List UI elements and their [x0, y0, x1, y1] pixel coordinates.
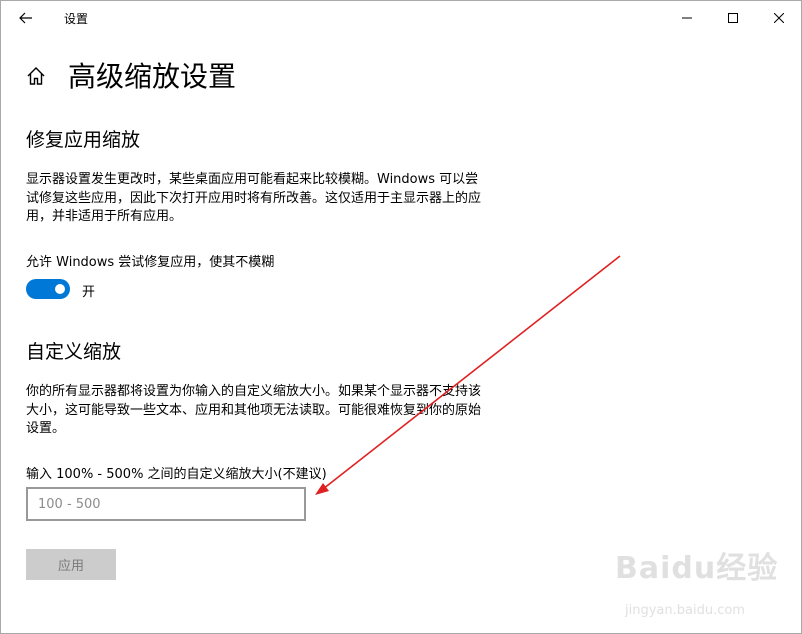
minimize-button[interactable] — [664, 1, 710, 34]
fix-apps-toggle-label: 允许 Windows 尝试修复应用，使其不模糊 — [26, 255, 275, 270]
home-button[interactable] — [25, 65, 47, 87]
back-arrow-icon — [19, 12, 32, 24]
custom-scale-input-label: 输入 100% - 500% 之间的自定义缩放大小(不建议) — [26, 467, 327, 482]
annotation-arrow — [315, 255, 621, 495]
apply-button[interactable]: 应用 — [26, 549, 116, 580]
maximize-button[interactable] — [710, 1, 756, 34]
page-title: 高级缩放设置 — [68, 60, 237, 93]
fix-scaling-heading: 修复应用缩放 — [26, 129, 141, 151]
title-bar: 设置 — [1, 1, 801, 34]
maximize-icon — [728, 12, 738, 23]
settings-window: 设置 高级缩放设置 修复应用缩放 显示器设置发生更改时，某些桌面应用可能看起来比… — [0, 0, 802, 634]
custom-scaling-description: 你的所有显示器都将设置为你输入的自定义缩放大小。如果某个显示器不支持该大小，这可… — [26, 384, 482, 436]
close-icon — [774, 12, 784, 23]
fix-apps-toggle[interactable] — [26, 279, 70, 299]
close-button[interactable] — [756, 1, 802, 34]
minimize-icon — [682, 17, 692, 18]
custom-scale-input[interactable] — [26, 487, 306, 521]
toggle-knob — [55, 284, 65, 294]
window-title: 设置 — [64, 12, 89, 26]
watermark-logo: Baidu经验 — [615, 551, 779, 586]
watermark-url: jingyan.baidu.com — [625, 603, 745, 618]
baidu-watermark: Baidu经验 jingyan.baidu.com — [615, 543, 795, 631]
back-button[interactable] — [9, 4, 43, 32]
toggle-state-text: 开 — [82, 285, 96, 300]
fix-scaling-description: 显示器设置发生更改时，某些桌面应用可能看起来比较模糊。Windows 可以尝试修… — [26, 172, 482, 224]
home-icon — [27, 67, 45, 85]
custom-scaling-heading: 自定义缩放 — [26, 341, 122, 363]
